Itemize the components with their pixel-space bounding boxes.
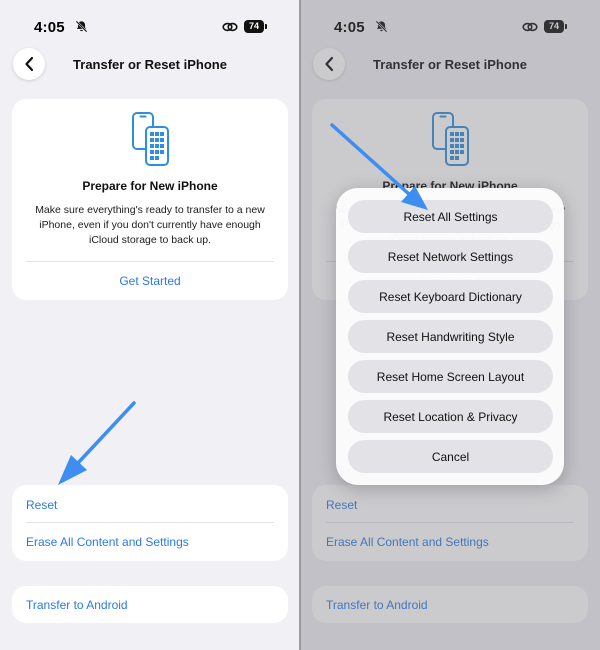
reset-location-privacy-button[interactable]: Reset Location & Privacy: [348, 400, 553, 433]
get-started-button[interactable]: Get Started: [12, 274, 288, 288]
reset-all-settings-button[interactable]: Reset All Settings: [348, 200, 553, 233]
screen-left: 4:05 74 Transfer or Reset iPhone Prepare…: [0, 0, 300, 650]
divider: [26, 522, 274, 523]
cancel-button[interactable]: Cancel: [348, 440, 553, 473]
reset-home-screen-layout-button[interactable]: Reset Home Screen Layout: [348, 360, 553, 393]
reset-button[interactable]: Reset: [26, 498, 57, 512]
reset-network-settings-button[interactable]: Reset Network Settings: [348, 240, 553, 273]
reset-handwriting-style-button[interactable]: Reset Handwriting Style: [348, 320, 553, 353]
battery-indicator: 74: [244, 20, 264, 33]
divider: [26, 261, 274, 262]
prepare-card: Prepare for New iPhone Make sure everyth…: [12, 99, 288, 300]
reset-group: Reset Erase All Content and Settings: [12, 485, 288, 561]
prepare-description: Make sure everything's ready to transfer…: [35, 204, 265, 246]
battery-tip: [265, 24, 267, 29]
status-bar: 4:05 74: [0, 0, 300, 50]
reset-keyboard-dictionary-button[interactable]: Reset Keyboard Dictionary: [348, 280, 553, 313]
status-time: 4:05: [34, 19, 65, 36]
erase-all-button[interactable]: Erase All Content and Settings: [26, 535, 189, 549]
screen-divider: [299, 0, 301, 650]
page-title: Transfer or Reset iPhone: [73, 57, 227, 72]
nav-bar: Transfer or Reset iPhone: [0, 46, 300, 82]
link-icon: [222, 22, 238, 32]
reset-options-sheet: Reset All Settings Reset Network Setting…: [336, 188, 564, 485]
transfer-android-button[interactable]: Transfer to Android: [26, 598, 128, 612]
screen-right: 4:05 74 Transfer or Reset iPhone Prepare…: [300, 0, 600, 650]
android-group: Transfer to Android: [12, 586, 288, 623]
two-phones-icon: [132, 112, 169, 166]
bell-slash-icon: [75, 20, 88, 33]
prepare-title: Prepare for New iPhone: [82, 179, 218, 193]
